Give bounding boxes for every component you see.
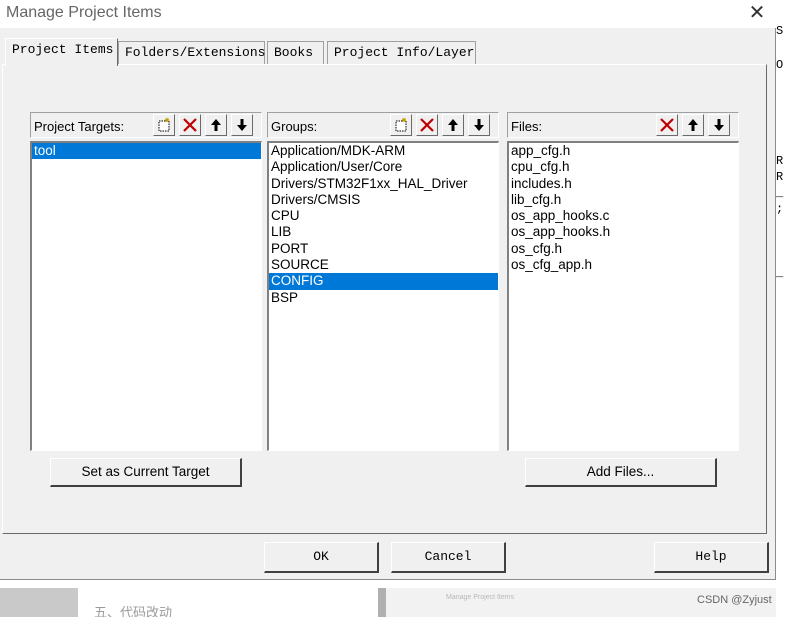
list-item[interactable]: CPU (269, 208, 498, 224)
move-group-up-button[interactable] (442, 114, 464, 136)
list-item[interactable]: PORT (269, 241, 498, 257)
new-item-icon (395, 118, 407, 132)
arrow-down-icon (714, 119, 724, 131)
targets-list[interactable]: tool (30, 141, 262, 451)
move-target-down-button[interactable] (231, 114, 253, 136)
new-target-button[interactable] (153, 114, 175, 136)
list-item[interactable]: lib_cfg.h (509, 192, 738, 208)
files-header-label: Files: (511, 119, 543, 134)
watermark: CSDN @Zyjust (697, 594, 772, 606)
bg-divider (378, 588, 386, 617)
list-item[interactable]: Drivers/STM32F1xx_HAL_Driver (269, 176, 498, 192)
groups-header: Groups: (267, 112, 499, 138)
tab-project-info-layer[interactable]: Project Info/Layer (327, 41, 476, 64)
bg-code-fragment: R (776, 154, 784, 168)
targets-header: Project Targets: (30, 112, 262, 138)
bg-gray-block (0, 588, 78, 617)
tab-folders-extensions[interactable]: Folders/Extensions (118, 41, 265, 64)
files-header: Files: (507, 112, 739, 138)
delete-icon (420, 118, 434, 132)
set-current-target-button[interactable]: Set as Current Target (50, 458, 242, 487)
list-item[interactable]: app_cfg.h (509, 143, 738, 159)
list-item[interactable]: os_app_hooks.c (509, 208, 738, 224)
close-icon[interactable]: ✕ (746, 2, 768, 24)
window-title: Manage Project Items (6, 4, 162, 21)
list-item[interactable]: cpu_cfg.h (509, 159, 738, 175)
arrow-up-icon (448, 119, 458, 131)
bg-code-fragment: O (776, 58, 784, 72)
list-item[interactable]: LIB (269, 224, 498, 240)
delete-file-button[interactable] (656, 114, 678, 136)
delete-icon (183, 118, 197, 132)
background-page: 五、代码改动 Manage Project Items CSDN @Zyjust (0, 580, 786, 617)
bg-code-fragment: R (776, 170, 784, 184)
tab-books[interactable]: Books (267, 41, 324, 64)
help-button[interactable]: Help (654, 542, 769, 573)
tab-project-items[interactable]: Project Items (5, 38, 118, 66)
list-item[interactable]: Drivers/CMSIS (269, 192, 498, 208)
move-group-down-button[interactable] (468, 114, 490, 136)
files-list[interactable]: app_cfg.h cpu_cfg.h includes.h lib_cfg.h… (507, 141, 739, 451)
delete-group-button[interactable] (416, 114, 438, 136)
arrow-down-icon (237, 119, 247, 131)
groups-header-label: Groups: (271, 119, 318, 134)
bg-code-fragment: S (776, 24, 784, 38)
delete-target-button[interactable] (179, 114, 201, 136)
new-group-button[interactable] (390, 114, 412, 136)
list-item[interactable]: BSP (269, 290, 498, 306)
new-item-icon (158, 118, 170, 132)
bg-code-fragment: _ (776, 266, 784, 280)
background-code-editor: S O R R _ ; _ (776, 0, 786, 617)
move-file-down-button[interactable] (708, 114, 730, 136)
list-item[interactable]: CONFIG (269, 273, 498, 290)
bg-thumbnail-title: Manage Project Items (446, 594, 515, 601)
move-file-up-button[interactable] (682, 114, 704, 136)
targets-header-label: Project Targets: (34, 119, 125, 134)
bg-code-fragment: ; (776, 202, 784, 216)
list-item[interactable]: Application/MDK-ARM (269, 143, 498, 159)
move-target-up-button[interactable] (205, 114, 227, 136)
list-item[interactable]: os_cfg_app.h (509, 257, 738, 273)
add-files-button[interactable]: Add Files... (525, 458, 717, 487)
arrow-down-icon (474, 119, 484, 131)
list-item[interactable]: Application/User/Core (269, 159, 498, 175)
list-item[interactable]: SOURCE (269, 257, 498, 273)
list-item[interactable]: os_app_hooks.h (509, 224, 738, 240)
manage-project-items-dialog: Manage Project Items ✕ Project Items Fol… (0, 0, 776, 580)
arrow-up-icon (211, 119, 221, 131)
list-item[interactable]: os_cfg.h (509, 241, 738, 257)
bg-heading: 五、代码改动 (94, 605, 173, 617)
cancel-button[interactable]: Cancel (391, 542, 506, 573)
delete-icon (660, 118, 674, 132)
list-item[interactable]: tool (32, 143, 261, 160)
arrow-up-icon (688, 119, 698, 131)
groups-list[interactable]: Application/MDK-ARM Application/User/Cor… (267, 141, 499, 451)
title-bar: Manage Project Items ✕ (0, 0, 776, 28)
list-item[interactable]: includes.h (509, 176, 738, 192)
ok-button[interactable]: OK (264, 542, 379, 573)
bg-code-fragment: _ (776, 186, 784, 200)
